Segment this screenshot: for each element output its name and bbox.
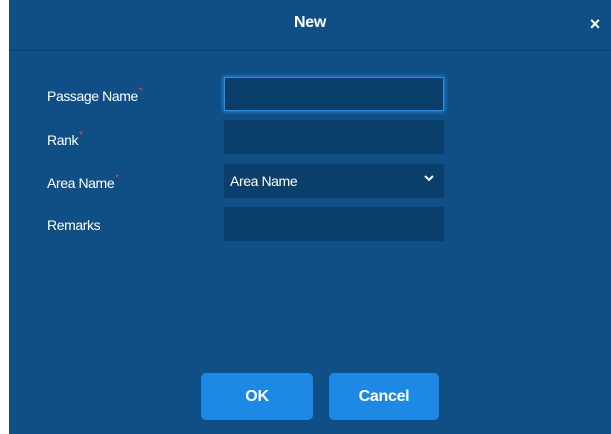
- remarks-label-text: Remarks: [47, 217, 101, 233]
- area-name-label: Area Name*: [47, 173, 119, 191]
- new-dialog: New × Passage Name* Rank* Area Name* Are…: [9, 0, 611, 434]
- passage-name-label-text: Passage Name: [47, 88, 138, 104]
- passage-name-input[interactable]: [224, 77, 444, 111]
- cancel-button[interactable]: Cancel: [329, 373, 439, 420]
- ok-button[interactable]: OK: [201, 373, 313, 420]
- rank-label-text: Rank: [47, 132, 79, 148]
- area-name-selected-value: Area Name: [230, 173, 298, 189]
- dialog-title: New: [294, 14, 326, 31]
- chevron-down-icon: [424, 175, 434, 182]
- required-marker: *: [138, 86, 143, 97]
- passage-name-label: Passage Name*: [47, 86, 143, 104]
- rank-label: Rank*: [47, 130, 83, 148]
- required-marker: *: [79, 130, 83, 141]
- rank-input[interactable]: [224, 120, 444, 154]
- remarks-label: Remarks: [47, 217, 101, 233]
- screen-frame: New × Passage Name* Rank* Area Name* Are…: [0, 0, 611, 434]
- area-name-select[interactable]: Area Name: [224, 164, 444, 198]
- close-icon[interactable]: ×: [585, 14, 605, 34]
- remarks-input[interactable]: [224, 207, 444, 241]
- required-marker: *: [115, 173, 119, 184]
- area-name-label-text: Area Name: [47, 175, 115, 191]
- dialog-title-bar: New ×: [9, 0, 611, 51]
